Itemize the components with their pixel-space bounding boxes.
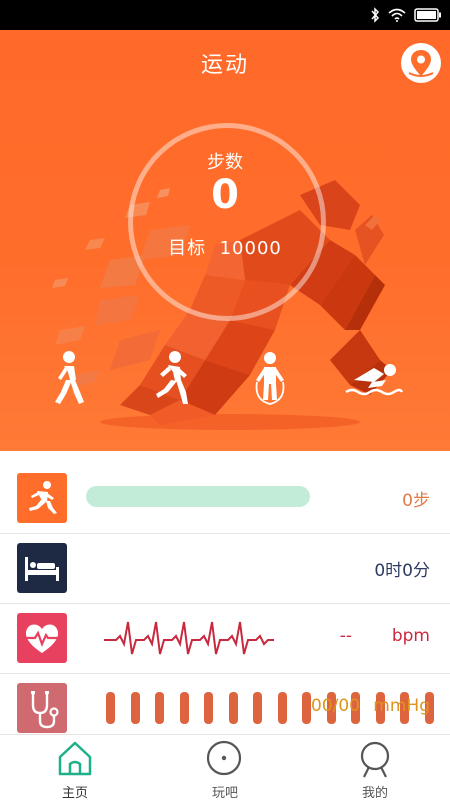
bp-bar [106, 692, 115, 724]
blood-pressure-value: 00/00 [311, 696, 360, 716]
steps-value: 0步 [402, 491, 430, 511]
bp-bar [155, 692, 164, 724]
heart-rate-value: -- [339, 626, 352, 646]
sport-hero-panel: 运动 步数 0 目标 10000 [0, 30, 450, 451]
bluetooth-icon [371, 7, 380, 23]
page-title: 运动 [200, 53, 249, 78]
play-circle-icon [206, 740, 242, 776]
jump-rope-mode-button[interactable] [246, 350, 294, 406]
status-bar [0, 0, 450, 30]
bp-bar [302, 692, 311, 724]
bed-icon [17, 543, 67, 593]
swim-mode-button[interactable] [344, 350, 404, 406]
bp-bar [204, 692, 213, 724]
goal-label: 目标 [168, 238, 207, 259]
tab-profile[interactable]: 我的 [300, 735, 450, 800]
run-icon [156, 351, 188, 404]
blood-pressure-unit: mmHg [373, 696, 430, 716]
bp-bar [179, 692, 189, 724]
bp-bar [228, 692, 238, 724]
wifi-icon [388, 8, 406, 22]
steps-count: 0 [211, 172, 239, 218]
goal-value: 10000 [219, 238, 282, 259]
steps-goal: 目标 10000 [0, 234, 450, 260]
status-icons [370, 6, 442, 24]
location-pin-icon [408, 50, 434, 77]
sleep-value: 0时0分 [374, 561, 430, 581]
steps-progress-bar [86, 486, 310, 507]
heart-rate-row[interactable]: -- bpm [0, 604, 450, 674]
bp-bar [277, 692, 287, 724]
stethoscope-icon [17, 683, 67, 733]
swim-icon [345, 364, 404, 396]
battery-icon [414, 8, 441, 22]
jump-rope-icon [255, 352, 285, 405]
running-person-icon [17, 473, 67, 523]
steps-row[interactable]: 0步 [0, 464, 450, 534]
tab-profile-label: 我的 [361, 786, 388, 800]
walk-mode-button[interactable] [44, 350, 92, 406]
home-icon [58, 741, 92, 776]
heart-pulse-icon [17, 613, 67, 663]
tab-home[interactable]: 主页 [0, 735, 150, 800]
sleep-row[interactable]: 0时0分 [0, 534, 450, 604]
profile-icon [360, 741, 390, 778]
tab-play-label: 玩吧 [211, 786, 238, 800]
run-mode-button[interactable] [148, 350, 196, 406]
tab-play[interactable]: 玩吧 [150, 735, 300, 800]
walk-icon [55, 351, 84, 404]
bottom-tab-bar: 主页 玩吧 我的 [0, 734, 450, 800]
tab-home-label: 主页 [61, 786, 88, 800]
steps-label: 步数 [207, 152, 243, 173]
heart-rate-waveform [104, 621, 274, 655]
heart-rate-unit: bpm [391, 626, 430, 646]
bp-bar [253, 692, 262, 724]
location-button[interactable] [401, 43, 441, 83]
bp-bar [130, 692, 140, 724]
